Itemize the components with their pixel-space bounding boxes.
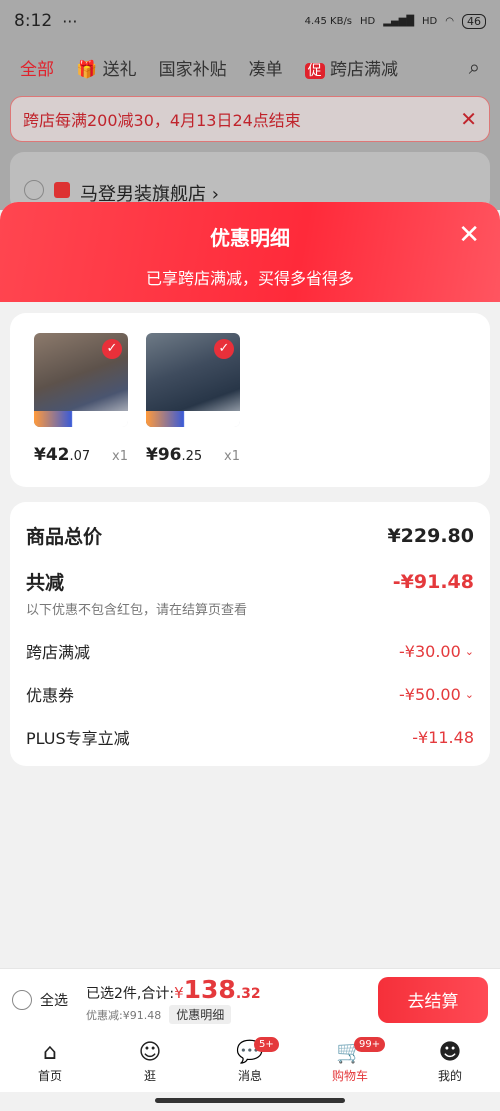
tab-cross-store[interactable]: 促 跨店满减 (304, 55, 398, 80)
select-all[interactable]: 全选 (12, 989, 68, 1010)
discount-detail: 商品总价 ¥229.80 共减 -¥91.48 以下优惠不包含红包，请在结算页查… (10, 502, 490, 766)
currency: ¥ (174, 984, 184, 1002)
signal-icon: ▂▄▆█ (383, 15, 415, 27)
price-dec: .25 (181, 449, 203, 464)
tab-browse[interactable]: ☺ 逛 (120, 1039, 180, 1084)
tab-subsidy[interactable]: 国家补贴 (159, 55, 227, 80)
store-checkbox[interactable] (24, 180, 44, 200)
price-int: ¥42 (34, 445, 70, 465)
browse-icon: ☺ (138, 1039, 162, 1065)
product-image: ✓ (34, 333, 128, 427)
chevron-down-icon: ⌄ (464, 687, 474, 701)
coupon-value: -¥50.00 (399, 684, 461, 704)
select-all-checkbox[interactable] (12, 989, 32, 1010)
coupon-label: 优惠券 (26, 686, 75, 705)
product-price: ¥42.07 (34, 445, 90, 465)
discount-note: 以下优惠不包含红包，请在结算页查看 (26, 603, 248, 618)
plus-row: PLUS专享立减 -¥11.48 (26, 725, 474, 749)
reduce-value: -¥91.48 (392, 570, 474, 593)
promo-text: 跨店每满200减30，4月13日24点结束 (23, 111, 301, 130)
order-summary: 已选2件,合计:¥138.32 优惠减:¥91.48 优惠明细 (86, 975, 261, 1024)
product-price: ¥96.25 (146, 445, 202, 465)
tab-messages-label: 消息 (237, 1068, 262, 1083)
discount-detail-button[interactable]: 优惠明细 (169, 1005, 232, 1024)
gift-icon: 🎁 (76, 59, 98, 80)
tab-messages[interactable]: 💬 5+ 消息 (220, 1036, 280, 1084)
close-icon[interactable]: ✕ (458, 222, 480, 248)
status-time: 8:12 (14, 11, 53, 31)
tab-all[interactable]: 全部 (20, 55, 54, 80)
sheet-title: 优惠明细 (210, 226, 290, 250)
home-icon: ⌂ (43, 1039, 57, 1065)
amount-dec: .32 (235, 986, 261, 1002)
tab-combine[interactable]: 凑单 (249, 55, 283, 80)
tab-me-label: 我的 (437, 1068, 462, 1083)
promo-banner: 跨店每满200减30，4月13日24点结束 ✕ (10, 96, 490, 142)
coupon-row[interactable]: 优惠券 -¥50.00 ⌄ (26, 682, 474, 706)
search-icon[interactable]: ⌕ (469, 55, 480, 79)
discount-text: 优惠减:¥91.48 (86, 1008, 162, 1022)
tab-gift[interactable]: 🎁 送礼 (76, 55, 137, 80)
price-dec: .07 (69, 449, 91, 464)
cart-filter-nav: 全部 🎁 送礼 国家补贴 凑单 促 跨店满减 ⌕ (0, 50, 500, 84)
product-item[interactable]: ✓ ¥42.07 x1 (34, 333, 128, 467)
wifi-icon: ◠ (445, 15, 454, 27)
user-icon: ☻ (438, 1039, 462, 1065)
product-list: ✓ ¥42.07 x1 ✓ ¥96.25 x1 (10, 313, 490, 487)
bottom-tab-bar: ⌂ 首页 ☺ 逛 💬 5+ 消息 🛒 99+ 购物车 ☻ 我的 (0, 1030, 500, 1092)
status-bar: 8:12 ··· 4.45 KB/s HD ▂▄▆█ HD ◠ 46 (0, 0, 500, 42)
network-speed: 4.45 KB/s (304, 15, 353, 27)
product-image: ✓ (146, 333, 240, 427)
total-value: ¥229.80 (387, 524, 474, 547)
product-qty: x1 (112, 449, 128, 464)
close-icon[interactable]: ✕ (460, 107, 477, 131)
status-icons: 4.45 KB/s HD ▂▄▆█ HD ◠ 46 (304, 13, 486, 29)
reduce-row: 共减 -¥91.48 (26, 568, 474, 595)
sheet-subtitle: 已享跨店满减，买得多省得多 (145, 269, 354, 288)
checkout-bar: 全选 已选2件,合计:¥138.32 优惠减:¥91.48 优惠明细 去结算 (0, 968, 500, 1030)
plus-label: PLUS专享立减 (26, 729, 130, 748)
cross-store-row[interactable]: 跨店满减 -¥30.00 ⌄ (26, 639, 474, 663)
amount-int: 138 (183, 975, 236, 1004)
check-icon: ✓ (214, 339, 234, 359)
signal-hd-1: HD (360, 15, 376, 27)
total-row: 商品总价 ¥229.80 (26, 522, 474, 549)
signal-hd-2: HD (422, 15, 438, 27)
check-icon: ✓ (102, 339, 122, 359)
reduce-label: 共减 (26, 572, 65, 594)
home-indicator (155, 1098, 345, 1103)
cross-store-label: 跨店满减 (26, 643, 91, 662)
promo-icon: 促 (304, 62, 325, 79)
sheet-header: 优惠明细 已享跨店满减，买得多省得多 ✕ (0, 202, 500, 302)
plus-value: -¥11.48 (412, 727, 474, 747)
tab-cart[interactable]: 🛒 99+ 购物车 (320, 1036, 386, 1084)
tab-browse-label: 逛 (143, 1068, 156, 1083)
tab-home-label: 首页 (37, 1068, 62, 1083)
product-qty: x1 (224, 449, 240, 464)
tab-me[interactable]: ☻ 我的 (420, 1039, 480, 1084)
tab-cross-store-label: 跨店满减 (329, 59, 398, 80)
message-badge: 5+ (254, 1036, 279, 1052)
cart-badge: 99+ (354, 1036, 386, 1052)
status-dots: ··· (62, 11, 78, 31)
tab-cart-label: 购物车 (331, 1068, 368, 1083)
battery-icon: 46 (462, 13, 486, 29)
tab-gift-label: 送礼 (102, 59, 137, 80)
checkout-button[interactable]: 去结算 (378, 976, 488, 1023)
cross-store-value: -¥30.00 (399, 641, 461, 661)
total-label: 商品总价 (26, 526, 103, 548)
price-int: ¥96 (146, 445, 182, 465)
tab-home[interactable]: ⌂ 首页 (20, 1039, 80, 1084)
selected-text: 已选2件,合计: (86, 986, 175, 1002)
store-icon (54, 182, 70, 198)
product-image-strip (146, 411, 240, 427)
discount-line: 优惠减:¥91.48 优惠明细 (86, 1005, 261, 1024)
product-item[interactable]: ✓ ¥96.25 x1 (146, 333, 240, 467)
chevron-down-icon: ⌄ (464, 644, 474, 658)
select-all-label: 全选 (40, 992, 68, 1009)
total-line: 已选2件,合计:¥138.32 (86, 975, 261, 1004)
product-image-strip (34, 411, 128, 427)
